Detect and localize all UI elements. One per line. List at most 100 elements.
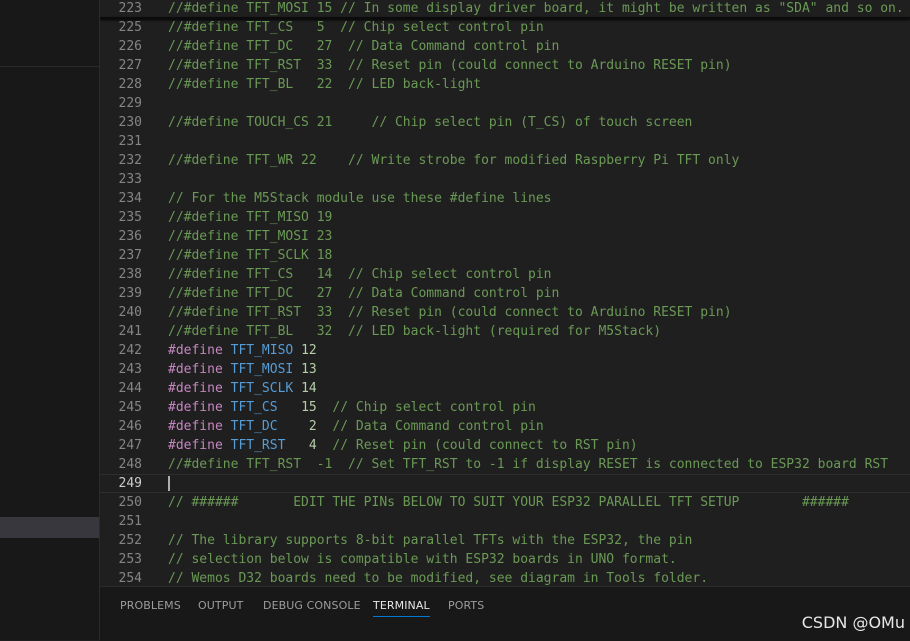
tab-output[interactable]: OUTPUT (198, 599, 243, 612)
code-line[interactable]: 247 #define TFT_RST 4 // Reset pin (could… (100, 436, 910, 455)
code-token-macro: TFT_MISO (230, 343, 294, 358)
code-line[interactable]: 246 #define TFT_DC 2 // Data Command cont… (100, 417, 910, 436)
line-code: //#define TFT_CS 14 // Chip select contr… (168, 265, 552, 284)
line-code: //#define TFT_MOSI 23 (168, 227, 332, 246)
code-line[interactable]: 223 //#define TFT_MOSI 15 // In some disp… (100, 0, 910, 18)
line-number: 237 (118, 248, 142, 263)
line-code: //#define TFT_RST -1 // Set TFT_RST to -… (168, 455, 888, 474)
code-token-macro: TFT_DC (230, 419, 278, 434)
code-line[interactable]: 228 //#define TFT_BL 22 // LED back-light (100, 75, 910, 94)
code-line[interactable]: 236 //#define TFT_MOSI 23 (100, 227, 910, 246)
tab-ports[interactable]: PORTS (448, 599, 484, 612)
code-token-keyword: #define (168, 362, 223, 377)
code-token-comment: //#define TFT_CS 14 // Chip select contr… (168, 267, 552, 282)
code-line[interactable]: 242 #define TFT_MISO 12 (100, 341, 910, 360)
code-line[interactable]: 239 //#define TFT_DC 27 // Data Command c… (100, 284, 910, 303)
code-token-comment: // Reset pin (could connect to RST pin) (332, 438, 638, 453)
code-token-keyword: #define (168, 438, 223, 453)
code-line[interactable]: 240 //#define TFT_RST 33 // Reset pin (co… (100, 303, 910, 322)
line-code: #define TFT_CS 15 // Chip select control… (168, 398, 536, 417)
line-number: 232 (118, 153, 142, 168)
line-code: //#define TFT_RST 33 // Reset pin (could… (168, 303, 732, 322)
code-line[interactable]: 230 //#define TOUCH_CS 21 // Chip select … (100, 113, 910, 132)
code-line[interactable]: 227 //#define TFT_RST 33 // Reset pin (co… (100, 56, 910, 75)
line-number: 231 (118, 134, 142, 149)
sidebar-selected-item[interactable] (0, 517, 99, 538)
code-token-comment: // The library supports 8-bit parallel T… (168, 533, 693, 548)
text-cursor (168, 476, 170, 491)
code-line[interactable]: 245 #define TFT_CS 15 // Chip select cont… (100, 398, 910, 417)
code-line[interactable]: 253 // selection below is compatible with… (100, 550, 910, 569)
code-line[interactable]: 252 // The library supports 8-bit paralle… (100, 531, 910, 550)
line-number: 228 (118, 77, 142, 92)
line-number: 248 (118, 457, 142, 472)
code-token-comment: // Wemos D32 boards need to be modified,… (168, 571, 709, 586)
code-line[interactable]: 250 // ###### EDIT THE PINs BELOW TO SUIT… (100, 493, 910, 512)
line-code: //#define TFT_WR 22 // Write strobe for … (168, 151, 739, 170)
line-number: 230 (118, 115, 142, 130)
code-line[interactable]: 248 //#define TFT_RST -1 // Set TFT_RST t… (100, 455, 910, 474)
code-editor[interactable]: 223 //#define TFT_MOSI 15 // In some disp… (100, 0, 910, 586)
editor-scroll-shadow (100, 17, 910, 19)
code-token-comment: // ###### EDIT THE PINs BELOW TO SUIT YO… (168, 495, 849, 510)
line-number: 229 (118, 96, 142, 111)
tab-terminal[interactable]: TERMINAL (373, 599, 430, 617)
line-number: 249 (118, 476, 142, 491)
code-token-number: 13 (301, 362, 317, 377)
code-token-comment: //#define TFT_WR 22 // Write strobe for … (168, 153, 740, 168)
line-code: //#define TFT_BL 22 // LED back-light (168, 75, 481, 94)
code-line[interactable]: 254 // Wemos D32 boards need to be modifi… (100, 569, 910, 586)
code-line[interactable]: 243 #define TFT_MOSI 13 (100, 360, 910, 379)
line-code: // ###### EDIT THE PINs BELOW TO SUIT YO… (168, 493, 849, 512)
code-line[interactable]: 233 (100, 170, 910, 189)
line-code: //#define TFT_SCLK 18 (168, 246, 332, 265)
explorer-sidebar (0, 0, 100, 640)
code-line[interactable]: 238 //#define TFT_CS 14 // Chip select co… (100, 265, 910, 284)
line-number: 240 (118, 305, 142, 320)
line-number: 245 (118, 400, 142, 415)
code-token-number: 15 (301, 400, 317, 415)
code-token-macro: TFT_CS (230, 400, 278, 415)
code-line[interactable]: 229 (100, 94, 910, 113)
line-code: // Wemos D32 boards need to be modified,… (168, 569, 708, 586)
line-code: //#define TFT_DC 27 // Data Command cont… (168, 37, 559, 56)
line-number: 239 (118, 286, 142, 301)
code-token-comment: //#define TFT_CS 5 // Chip select contro… (168, 20, 544, 35)
code-token-comment: //#define TFT_BL 22 // LED back-light (168, 77, 482, 92)
code-line[interactable]: 249 (100, 474, 910, 493)
line-number: 235 (118, 210, 142, 225)
code-line[interactable]: 241 //#define TFT_BL 32 // LED back-light… (100, 322, 910, 341)
code-line[interactable]: 232 //#define TFT_WR 22 // Write strobe f… (100, 151, 910, 170)
code-line[interactable]: 226 //#define TFT_DC 27 // Data Command c… (100, 37, 910, 56)
line-number: 234 (118, 191, 142, 206)
line-number: 251 (118, 514, 142, 529)
tab-problems[interactable]: PROBLEMS (120, 599, 181, 612)
line-number: 247 (118, 438, 142, 453)
code-line[interactable]: 234 // For the M5Stack module use these #… (100, 189, 910, 208)
code-line[interactable]: 235 //#define TFT_MISO 19 (100, 208, 910, 227)
line-number: 241 (118, 324, 142, 339)
line-code: #define TFT_MOSI 13 (168, 360, 317, 379)
code-token-comment: //#define TFT_DC 27 // Data Command cont… (168, 39, 560, 54)
code-token-number: 4 (308, 438, 317, 453)
code-token-comment: //#define TFT_MISO 19 (168, 210, 333, 225)
code-token-comment: //#define TFT_RST -1 // Set TFT_RST to -… (168, 457, 889, 472)
code-line[interactable]: 225 //#define TFT_CS 5 // Chip select con… (100, 18, 910, 37)
code-token-comment: //#define TFT_RST 33 // Reset pin (could… (168, 305, 732, 320)
code-line[interactable]: 251 (100, 512, 910, 531)
code-line[interactable]: 231 (100, 132, 910, 151)
code-line[interactable]: 237 //#define TFT_SCLK 18 (100, 246, 910, 265)
line-number: 243 (118, 362, 142, 377)
line-code: //#define TFT_RST 33 // Reset pin (could… (168, 56, 732, 75)
tab-debug-console[interactable]: DEBUG CONSOLE (263, 599, 361, 612)
code-line[interactable]: 244 #define TFT_SCLK 14 (100, 379, 910, 398)
